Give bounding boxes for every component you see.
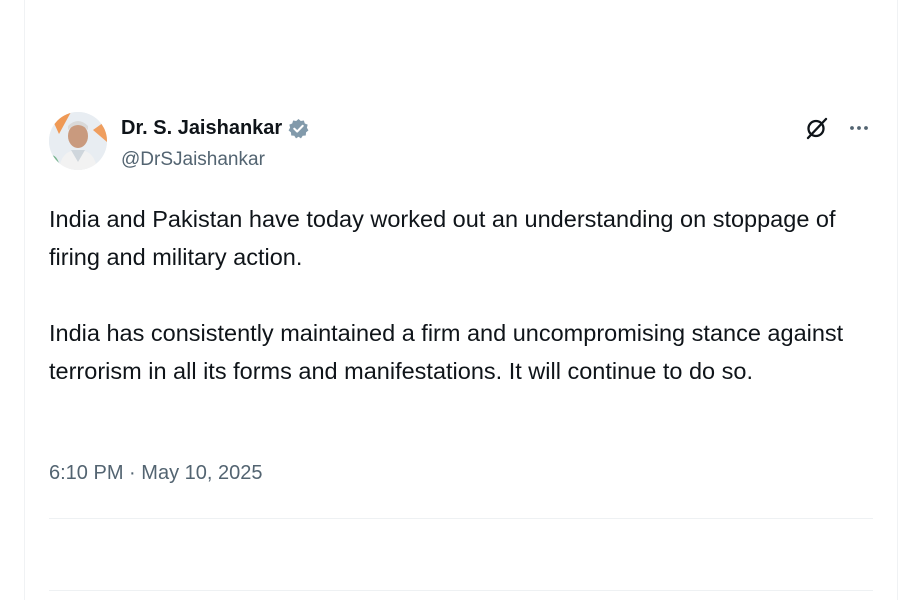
tweet-paragraph: India and Pakistan have today worked out… [49, 206, 836, 270]
tweet-body: India and Pakistan have today worked out… [49, 200, 881, 428]
tweet-time: 6:10 PM [49, 462, 124, 484]
author-name-row: Dr. S. Jaishankar [121, 116, 309, 140]
author-display-name[interactable]: Dr. S. Jaishankar [121, 116, 282, 140]
divider [49, 518, 873, 519]
verified-badge-icon [288, 118, 309, 139]
profile-photo [49, 112, 107, 170]
screenshot-frame: Dr. S. Jaishankar @DrSJaishankar India a… [0, 0, 900, 600]
author-handle[interactable]: @DrSJaishankar [121, 148, 265, 172]
more-options-icon[interactable] [847, 116, 871, 140]
tweet-paragraph: India has consistently maintained a firm… [49, 320, 844, 384]
grok-icon[interactable] [805, 116, 829, 140]
tweet-card: Dr. S. Jaishankar @DrSJaishankar India a… [24, 0, 898, 600]
tweet-timestamp[interactable]: 6:10 PM · May 10, 2025 [49, 458, 262, 488]
meta-separator: · [129, 462, 136, 484]
tweet-date: May 10, 2025 [141, 462, 263, 484]
avatar[interactable] [49, 112, 107, 170]
divider [49, 590, 873, 591]
tweet-top-actions [805, 116, 871, 140]
